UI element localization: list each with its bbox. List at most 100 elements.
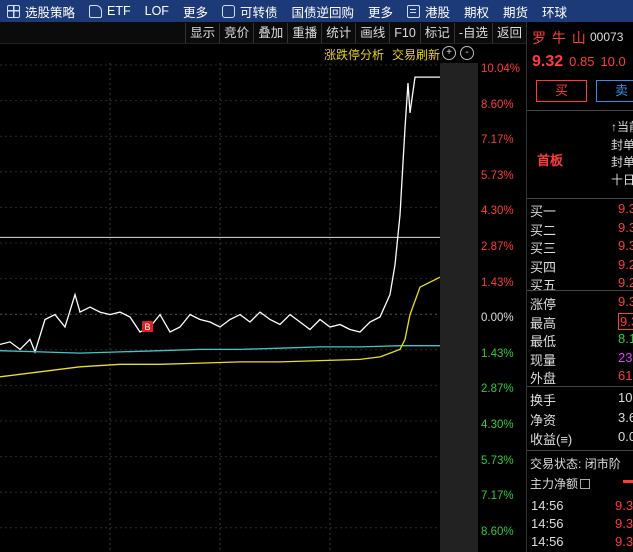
- fund-row-2: 净资 3.6: [530, 410, 633, 428]
- order-row-2-label: 买二: [530, 222, 557, 238]
- toolbar-stats-button[interactable]: 统计: [321, 22, 355, 43]
- nav-item-more-2[interactable]: 更多: [361, 0, 400, 22]
- percent-tick-label: 1.43%: [481, 347, 514, 360]
- stat-row-4-label: 现量: [530, 352, 557, 368]
- quote-line: 9.32 0.85 10.0: [532, 53, 626, 71]
- fund-row-1: 换手 10.12: [530, 390, 633, 408]
- nav-item-global[interactable]: 环球: [535, 0, 574, 22]
- stat-row-1-label: 涨停: [530, 297, 557, 312]
- note-ten-day: 十日: [611, 172, 633, 187]
- nav-item-reverse-repo[interactable]: 国债逆回购: [284, 0, 361, 22]
- tick-price: 9.3: [615, 498, 633, 513]
- trade-refresh-link[interactable]: 交易刷新: [392, 46, 440, 63]
- toolbar-back-button[interactable]: 返回: [491, 22, 526, 43]
- grid-icon: [7, 4, 20, 18]
- order-row-5-value: 9.2: [618, 275, 633, 290]
- nav-item-stock-strategy[interactable]: 选股策略: [0, 0, 82, 22]
- intraday-chart[interactable]: B: [0, 63, 440, 552]
- limit-analysis-link[interactable]: 涨跌停分析: [324, 46, 384, 63]
- order-row-2: 买二 9.3: [530, 220, 633, 238]
- sell-button[interactable]: 卖: [596, 80, 633, 102]
- toolbar-display-button[interactable]: 显示: [185, 22, 219, 43]
- tick-price: 9.3: [615, 516, 633, 531]
- percent-tick-label: 2.87%: [481, 241, 514, 253]
- fund-row-3-value: 0.00: [618, 429, 633, 444]
- toolbar-remove-watchlist-button[interactable]: -自选: [453, 22, 492, 43]
- tick-time: 14:56: [531, 498, 564, 513]
- percent-tick-label: 5.73%: [481, 454, 514, 467]
- zoom-out-button[interactable]: -: [460, 46, 474, 60]
- main-flow-bar: [623, 480, 633, 483]
- stat-row-4-value: 2304: [618, 349, 633, 365]
- box-icon: [221, 4, 235, 18]
- toolbar-overlay-button[interactable]: 叠加: [253, 22, 287, 43]
- divider: [527, 290, 633, 291]
- divider: [527, 198, 633, 199]
- fund-row-1-label: 换手: [530, 393, 557, 408]
- price-change-pct: 10.0: [600, 54, 626, 69]
- trading-status: 交易状态: 闭市阶: [530, 457, 621, 471]
- percent-tick-label: 5.73%: [481, 169, 514, 182]
- percent-tick-label: 4.30%: [481, 419, 514, 431]
- stat-row-5-value: 61268: [618, 368, 633, 383]
- main-flow-header[interactable]: 主力净额: [530, 475, 591, 492]
- toolbar-auction-button[interactable]: 竞价: [219, 22, 253, 43]
- toolbar-f10-button[interactable]: F10: [389, 22, 420, 43]
- stat-row-5-label: 外盘: [530, 371, 557, 386]
- chart-toolbar: 显示 竞价 叠加 重播 统计 画线 F10 标记 -自选 返回: [0, 22, 526, 44]
- order-row-1: 买一 9.3: [530, 201, 633, 219]
- tick-row: 14:56 9.3: [531, 516, 633, 531]
- toolbar-replay-button[interactable]: 重播: [287, 22, 321, 43]
- note-seal-2: 封单: [611, 155, 633, 169]
- order-row-5-label: 买五: [530, 278, 557, 293]
- nav-item-etf[interactable]: ETF: [82, 0, 138, 22]
- percent-tick-label: 4.30%: [481, 205, 514, 218]
- chart-ruler-band: [440, 63, 478, 552]
- nav-item-convertible-bond[interactable]: 可转债: [215, 0, 285, 22]
- percent-tick-label: 1.43%: [481, 276, 514, 289]
- zoom-in-button[interactable]: +: [442, 46, 456, 60]
- flag-icon: [89, 4, 103, 18]
- order-row-4-value: 9.2: [618, 256, 633, 272]
- nav-item-lof[interactable]: LOF: [138, 0, 176, 22]
- buy-button[interactable]: 买: [536, 80, 587, 102]
- order-row-3-label: 买三: [530, 241, 557, 256]
- stat-row-4: 现量 2304: [530, 350, 633, 368]
- toolbar-draw-button[interactable]: 画线: [355, 22, 389, 43]
- toolbar-mark-button[interactable]: 标记: [419, 22, 454, 43]
- tick-time: 14:56: [531, 534, 564, 549]
- order-row-3: 买三 9.3: [530, 238, 633, 256]
- percent-tick-label: 7.17%: [481, 490, 514, 503]
- quote-panel: 罗 牛 山 00073 9.32 0.85 10.0 买 卖 首板 ↑当前 封单…: [526, 22, 633, 552]
- stat-row-2-label: 最高: [530, 315, 557, 331]
- stat-row-2-value: 9.3: [618, 312, 633, 330]
- order-row-4-label: 买四: [530, 259, 557, 275]
- percent-axis: 10.04% 8.60% 7.17% 5.73% 4.30% 2.87% 1.43% 0.00…: [478, 63, 526, 552]
- stack-icon: [407, 4, 420, 18]
- nav-item-options[interactable]: 期权: [457, 0, 496, 22]
- fund-row-2-value: 3.6: [618, 409, 633, 425]
- nav-item-hk-stock[interactable]: 港股: [400, 0, 457, 22]
- note-seal-1: 封单: [611, 137, 633, 152]
- divider: [527, 450, 633, 451]
- nav-item-more-1[interactable]: 更多: [176, 0, 215, 22]
- stat-row-3: 最低 8.1: [530, 331, 633, 349]
- divider: [527, 386, 633, 387]
- order-row-4: 买四 9.2: [530, 257, 633, 275]
- order-row-2-value: 9.3: [618, 219, 633, 235]
- stat-row-5: 外盘 61268: [530, 368, 633, 386]
- order-row-1-label: 买一: [530, 204, 557, 219]
- buy-marker-label: B: [144, 322, 150, 332]
- nav-item-futures[interactable]: 期货: [496, 0, 535, 22]
- price-change: 0.85: [569, 54, 595, 69]
- stat-row-1: 涨停 9.3: [530, 294, 633, 312]
- tick-price: 9.3: [615, 534, 633, 549]
- order-row-3-value: 9.3: [618, 238, 633, 253]
- first-board-label: 首板: [537, 153, 564, 168]
- chart-subbar: 涨跌停分析 交易刷新: [300, 45, 440, 63]
- percent-tick-label: 8.60%: [481, 525, 514, 538]
- fund-row-3-label: 收益(≡): [530, 432, 573, 447]
- chart-zoom-buttons: + -: [442, 46, 474, 60]
- percent-tick-label: 8.60%: [481, 98, 514, 111]
- tick-row: 14:56 9.3: [531, 534, 633, 549]
